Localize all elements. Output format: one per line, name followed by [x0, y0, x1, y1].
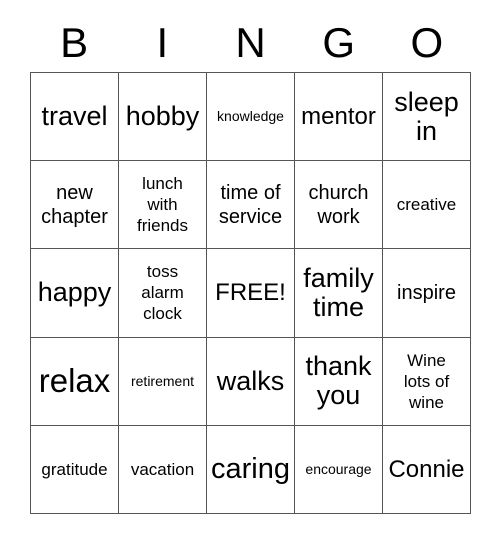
- bingo-cell-label: encourage: [305, 460, 372, 477]
- bingo-cell-label: creative: [396, 195, 457, 215]
- bingo-cell[interactable]: mentor: [295, 73, 383, 162]
- header-letter-i: I: [156, 19, 169, 66]
- bingo-cell[interactable]: gratitude: [31, 425, 119, 514]
- bingo-cell[interactable]: toss alarm clock: [119, 249, 207, 338]
- bingo-cell-label: thank you: [305, 351, 372, 411]
- bingo-cell[interactable]: vacation: [119, 425, 207, 514]
- bingo-cell-label: hobby: [125, 101, 200, 132]
- header-letter-n: N: [235, 19, 266, 66]
- bingo-cell-label: walks: [216, 365, 285, 396]
- bingo-grid: travel hobby knowledge mentor sleep in new ch…: [30, 72, 471, 514]
- bingo-cell[interactable]: relax: [31, 337, 119, 426]
- bingo-cell-label: Wine lots of wine: [403, 350, 450, 412]
- bingo-cell[interactable]: walks: [207, 337, 295, 426]
- bingo-cell-label: new chapter: [41, 181, 108, 228]
- bingo-cell-label: retirement: [130, 372, 195, 389]
- bingo-cell-label: travel: [41, 101, 108, 132]
- bingo-cell-label: mentor: [301, 103, 376, 131]
- header-letter-o: O: [410, 19, 444, 66]
- bingo-cell[interactable]: encourage: [295, 425, 383, 514]
- bingo-cell-label: relax: [38, 362, 111, 400]
- bingo-cell-label: family time: [303, 262, 374, 322]
- bingo-cell[interactable]: Wine lots of wine: [383, 337, 471, 426]
- bingo-cell-label: happy: [37, 277, 112, 308]
- bingo-cell-label: caring: [211, 452, 290, 485]
- bingo-cell[interactable]: time of service: [207, 161, 295, 250]
- bingo-cell-label: church work: [308, 181, 369, 228]
- bingo-cell[interactable]: thank you: [295, 337, 383, 426]
- bingo-cell[interactable]: inspire: [383, 249, 471, 338]
- bingo-header-row: B I N G O: [30, 14, 471, 72]
- bingo-cell-label: gratitude: [41, 459, 108, 479]
- bingo-cell[interactable]: knowledge: [207, 73, 295, 162]
- bingo-cell[interactable]: hobby: [119, 73, 207, 162]
- bingo-cell[interactable]: creative: [383, 161, 471, 250]
- bingo-cell-label: vacation: [130, 459, 195, 479]
- bingo-cell[interactable]: new chapter: [31, 161, 119, 250]
- bingo-cell-label: FREE!: [215, 279, 286, 307]
- header-letter-g: G: [322, 19, 356, 66]
- bingo-cell[interactable]: family time: [295, 249, 383, 338]
- bingo-cell[interactable]: retirement: [119, 337, 207, 426]
- bingo-card: B I N G O travel hobby knowledge mentor slee…: [0, 0, 500, 544]
- bingo-cell[interactable]: Connie: [383, 425, 471, 514]
- bingo-cell[interactable]: travel: [31, 73, 119, 162]
- bingo-cell-label: sleep in: [394, 86, 459, 146]
- bingo-cell-label: lunch with friends: [136, 174, 189, 236]
- bingo-cell-label: Connie: [388, 455, 465, 483]
- header-letter-b: B: [60, 19, 89, 66]
- bingo-cell[interactable]: lunch with friends: [119, 161, 207, 250]
- bingo-cell[interactable]: sleep in: [383, 73, 471, 162]
- bingo-cell-free[interactable]: FREE!: [207, 249, 295, 338]
- bingo-cell[interactable]: happy: [31, 249, 119, 338]
- bingo-cell-label: knowledge: [217, 108, 284, 125]
- bingo-cell-label: inspire: [397, 281, 456, 304]
- bingo-cell-label: toss alarm clock: [141, 262, 184, 324]
- bingo-cell[interactable]: caring: [207, 425, 295, 514]
- bingo-cell[interactable]: church work: [295, 161, 383, 250]
- bingo-cell-label: time of service: [218, 181, 283, 228]
